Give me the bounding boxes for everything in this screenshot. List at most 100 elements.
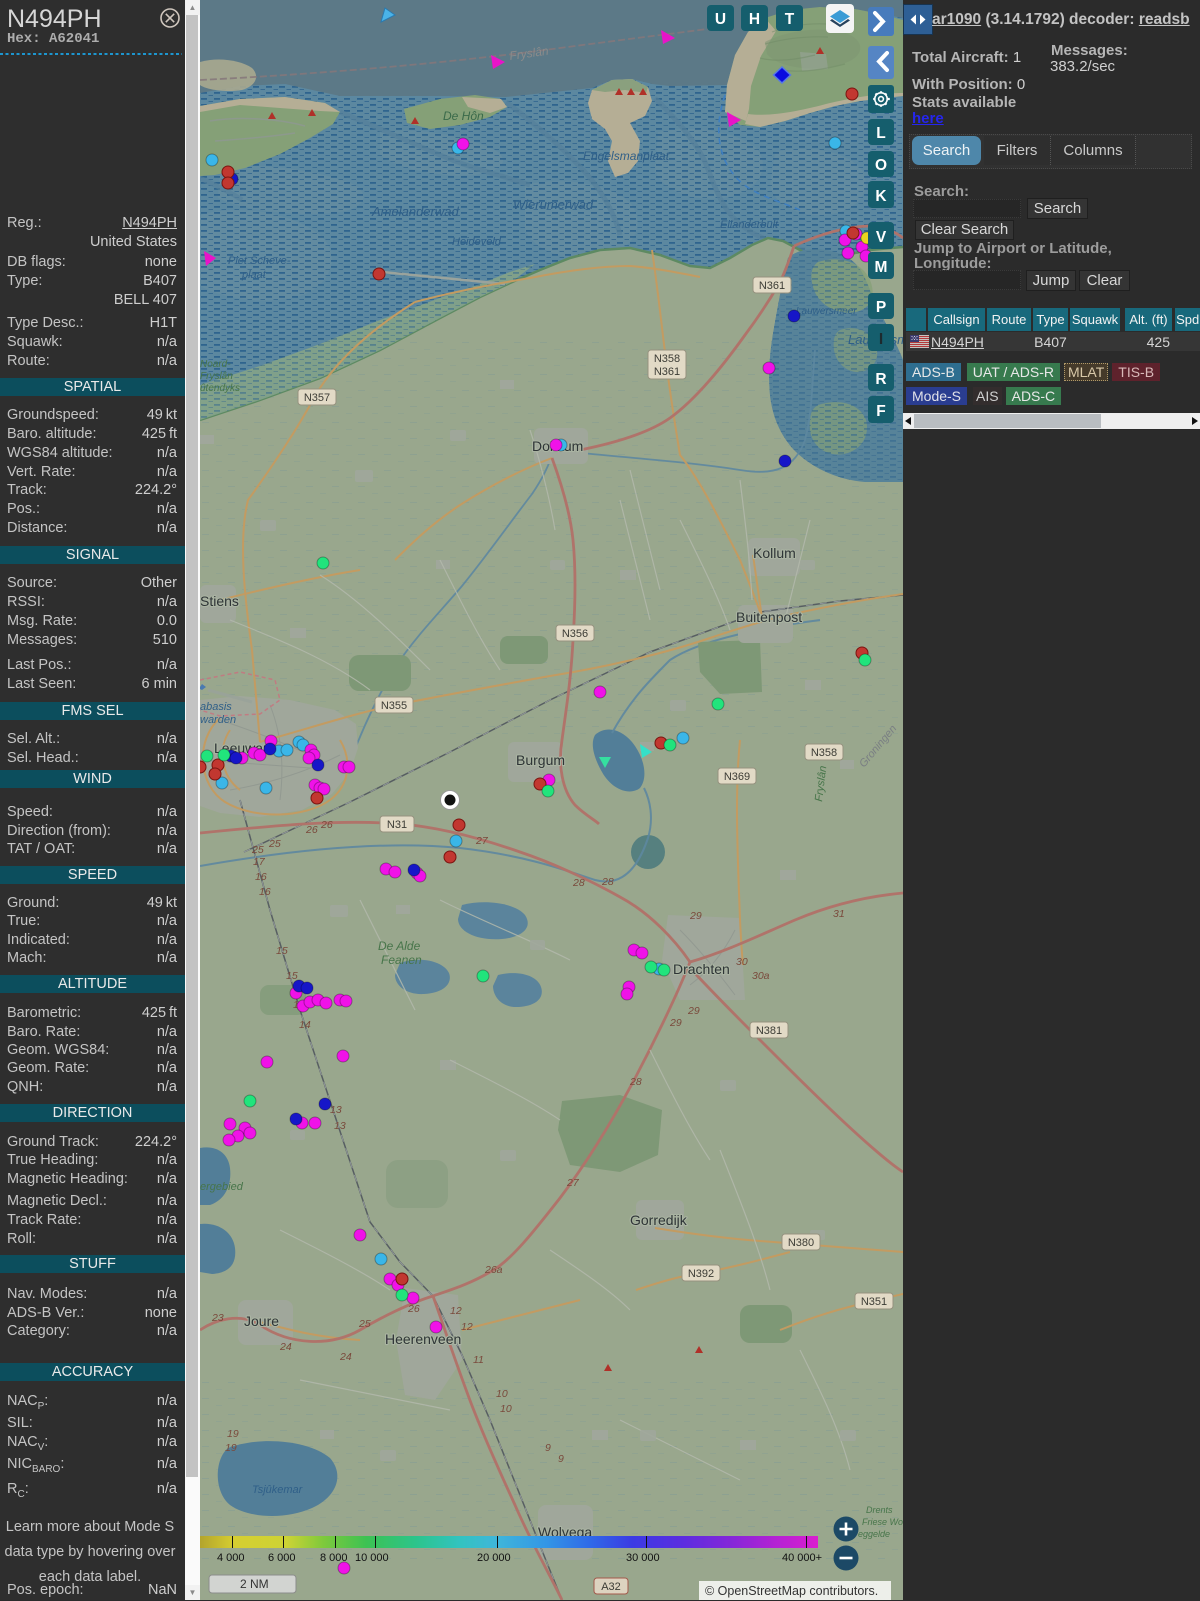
svg-text:De Hôn: De Hôn [443,109,484,123]
svg-text:L: L [876,125,885,142]
svg-text:abasis: abasis [200,701,232,713]
svg-text:N31: N31 [387,819,407,831]
svg-text:N361: N361 [759,280,785,292]
svg-text:30 000: 30 000 [626,1552,660,1564]
svg-text:V: V [876,229,887,246]
svg-text:Tsjûkemar: Tsjûkemar [252,1484,304,1496]
svg-text:Amelanderwad: Amelanderwad [371,204,459,219]
svg-text:ergebied: ergebied [200,1181,244,1193]
svg-text:16: 16 [259,886,271,898]
svg-text:30: 30 [736,956,748,968]
svg-text:12: 12 [450,1305,462,1317]
svg-text:19: 19 [227,1428,239,1440]
svg-text:I: I [879,331,883,348]
svg-text:16: 16 [255,871,267,883]
svg-text:© OpenStreetMap contributors.: © OpenStreetMap contributors. [705,1584,878,1598]
svg-text:26: 26 [320,819,333,831]
svg-text:25: 25 [268,838,281,850]
svg-text:N381: N381 [756,1025,782,1037]
svg-text:17: 17 [253,856,266,868]
svg-text:23: 23 [211,1312,224,1324]
svg-text:R: R [875,371,886,388]
svg-text:plaat: plaat [241,269,267,281]
svg-text:Drents: Drents [866,1505,893,1515]
svg-text:25: 25 [358,1318,371,1330]
svg-text:8 000: 8 000 [320,1552,348,1564]
svg-text:F: F [876,403,885,420]
svg-text:Piet Scheve-: Piet Scheve- [228,255,291,267]
svg-text:Engelsmanplaat: Engelsmanplaat [583,149,670,163]
svg-text:6 000: 6 000 [268,1552,296,1564]
svg-text:24: 24 [339,1351,352,1363]
svg-text:9: 9 [558,1453,564,1465]
svg-text:Joure: Joure [244,1313,279,1329]
svg-text:4 000: 4 000 [217,1552,245,1564]
svg-text:Lauwersmeer: Lauwersmeer [796,306,857,317]
svg-text:eggelde: eggelde [858,1529,890,1539]
svg-text:N392: N392 [688,1268,714,1280]
svg-text:Fryslân: Fryslân [200,371,233,382]
svg-text:H: H [749,11,760,28]
svg-text:T: T [785,11,795,28]
svg-text:29: 29 [669,1017,682,1029]
svg-text:28: 28 [629,1076,642,1088]
svg-text:12: 12 [461,1321,473,1333]
svg-text:31: 31 [833,908,845,920]
svg-text:Heideveld: Heideveld [452,236,502,248]
svg-text:30a: 30a [752,970,770,982]
svg-text:O: O [875,157,887,174]
svg-text:Eilanderbult: Eilanderbult [720,219,779,231]
svg-text:10 000: 10 000 [355,1552,389,1564]
svg-text:15: 15 [286,970,298,982]
svg-text:N358: N358 [811,747,837,759]
svg-text:15: 15 [276,945,288,957]
svg-text:P: P [876,299,886,316]
svg-text:N380: N380 [788,1237,814,1249]
svg-text:De Alde: De Alde [378,939,421,953]
svg-text:Burgum: Burgum [516,752,565,768]
svg-text:Noard-: Noard- [200,359,231,370]
svg-text:28: 28 [601,876,614,888]
svg-text:27: 27 [566,1177,580,1189]
svg-text:Feanen: Feanen [381,953,422,967]
svg-text:N358: N358 [654,353,680,365]
svg-text:Buitenpost: Buitenpost [736,609,802,625]
svg-text:20 000: 20 000 [477,1552,511,1564]
svg-text:A32: A32 [601,1581,621,1593]
svg-text:26a: 26a [484,1264,503,1276]
svg-text:19: 19 [225,1442,237,1454]
svg-text:25: 25 [251,844,264,856]
svg-text:27: 27 [475,835,489,847]
svg-text:9: 9 [545,1442,551,1454]
svg-text:2 NM: 2 NM [240,1577,269,1591]
svg-text:ûtendyks: ûtendyks [200,383,240,394]
svg-text:Friese Wo: Friese Wo [862,1517,903,1527]
svg-text:14: 14 [299,1019,311,1031]
svg-text:Heerenveen: Heerenveen [385,1331,461,1347]
svg-text:Stiens: Stiens [200,593,239,609]
svg-text:11: 11 [473,1354,484,1366]
svg-text:40 000+: 40 000+ [782,1552,822,1564]
svg-text:26: 26 [305,824,318,836]
svg-text:Kollum: Kollum [753,545,796,561]
svg-text:N357: N357 [304,392,330,404]
svg-text:U: U [715,11,726,28]
svg-text:N369: N369 [724,771,750,783]
svg-text:N355: N355 [381,700,407,712]
svg-text:K: K [875,188,887,205]
svg-text:Drachten: Drachten [673,961,730,977]
svg-text:13: 13 [334,1120,346,1132]
svg-text:Wierumerwad: Wierumerwad [513,197,594,212]
svg-text:24: 24 [279,1341,292,1353]
svg-text:10: 10 [496,1388,508,1400]
svg-text:warden: warden [200,714,236,726]
svg-text:10: 10 [500,1403,512,1415]
svg-text:13: 13 [330,1104,342,1116]
svg-text:Gorredijk: Gorredijk [630,1212,688,1228]
svg-text:N361: N361 [654,366,680,378]
svg-text:26: 26 [407,1303,420,1315]
svg-text:28: 28 [572,877,585,889]
svg-text:29: 29 [689,910,702,922]
svg-text:N356: N356 [562,628,588,640]
svg-text:N351: N351 [861,1296,887,1308]
